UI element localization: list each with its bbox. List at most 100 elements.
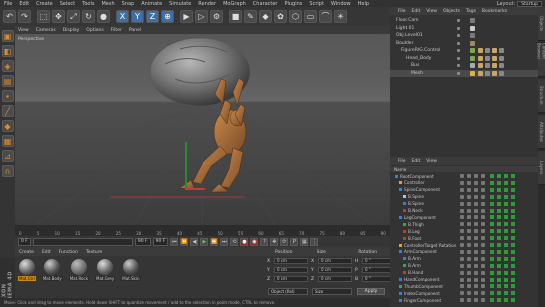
component-toggle-icon[interactable] [467, 270, 471, 275]
component-row[interactable]: IndexComponent [390, 290, 538, 296]
menu-item-mesh[interactable]: Mesh [101, 1, 114, 7]
component-check[interactable] [511, 277, 515, 282]
component-check[interactable] [490, 263, 494, 268]
visibility-dot[interactable] [457, 19, 460, 22]
component-toggle-icon[interactable] [481, 263, 485, 268]
component-toggle-icon[interactable] [481, 277, 485, 282]
component-row[interactable]: ThumbComponent [390, 283, 538, 289]
component-menu-view[interactable]: View [426, 159, 437, 164]
component-check[interactable] [497, 263, 501, 268]
component-row[interactable]: B.Thigh [390, 221, 538, 227]
size-mode-dropdown[interactable]: Size [312, 288, 352, 295]
component-toggle-icon[interactable] [460, 180, 464, 185]
component-check[interactable] [497, 243, 501, 247]
component-check[interactable] [511, 208, 515, 213]
component-toggle-icon[interactable] [481, 291, 485, 296]
end-frame-field[interactable]: 90 F [134, 237, 151, 246]
component-toggle-icon[interactable] [460, 201, 464, 206]
rotate-icon[interactable]: ↻ [82, 10, 95, 23]
menu-item-plugins[interactable]: Plugins [284, 1, 302, 7]
component-check[interactable] [490, 229, 494, 234]
render-icon[interactable]: ▷ [195, 10, 208, 23]
component-toggle-icon[interactable] [474, 201, 478, 206]
playback-button[interactable]: ● [240, 237, 249, 246]
component-row[interactable]: B.Spine [390, 201, 538, 207]
component-check[interactable] [504, 270, 508, 275]
position-field[interactable]: 0 cm [274, 267, 308, 273]
component-toggle-icon[interactable] [474, 263, 478, 268]
component-toggle-icon[interactable] [467, 291, 471, 296]
material-menu-texture[interactable]: Texture [86, 250, 102, 255]
component-check[interactable] [497, 187, 501, 192]
component-toggle-icon[interactable] [481, 256, 485, 261]
component-check[interactable] [504, 222, 508, 227]
menu-item-file[interactable]: File [4, 1, 12, 7]
redo-icon[interactable]: ↷ [18, 10, 31, 23]
menu-item-create[interactable]: Create [36, 1, 53, 7]
object-row[interactable]: FigureRIG.Control [390, 47, 538, 54]
component-check[interactable] [511, 201, 515, 206]
component-check[interactable] [490, 215, 494, 220]
right-tab-structure[interactable]: Structure [538, 79, 545, 113]
component-check[interactable] [490, 208, 494, 213]
component-check[interactable] [497, 249, 501, 254]
component-toggle-icon[interactable] [467, 229, 471, 234]
component-check[interactable] [511, 243, 515, 247]
object-menu-objects[interactable]: Objects [443, 9, 460, 14]
component-check[interactable] [497, 270, 501, 275]
playback-button[interactable]: ⋮ [310, 237, 319, 246]
playback-button[interactable]: P [290, 237, 299, 246]
viewport-menu-panel[interactable]: Panel [129, 28, 141, 33]
magnet-icon[interactable]: ∩ [1, 165, 14, 177]
component-toggle-icon[interactable] [467, 180, 471, 185]
component-toggle-icon[interactable] [460, 291, 464, 296]
viewport[interactable]: Perspective [15, 34, 390, 225]
object-menu-file[interactable]: File [398, 9, 406, 14]
component-row[interactable]: B.Hand [390, 270, 538, 276]
component-toggle-icon[interactable] [481, 284, 485, 289]
material-swatch[interactable]: Mat.Ctrl [18, 259, 36, 281]
component-check[interactable] [490, 256, 494, 261]
component-toggle-icon[interactable] [460, 284, 464, 289]
component-toggle-icon[interactable] [474, 222, 478, 227]
component-toggle-icon[interactable] [467, 201, 471, 206]
component-toggle-icon[interactable] [481, 187, 485, 192]
playback-button[interactable]: ⏭ [220, 237, 229, 246]
component-check[interactable] [511, 180, 515, 185]
cube-icon[interactable]: ■ [229, 10, 242, 23]
component-check[interactable] [490, 201, 494, 206]
component-row[interactable]: RootComponent [390, 173, 538, 179]
component-check[interactable] [511, 194, 515, 199]
visibility-dot[interactable] [457, 49, 460, 52]
component-check[interactable] [504, 215, 508, 220]
camera-icon[interactable]: ⌒ [319, 10, 332, 23]
component-check[interactable] [497, 236, 501, 241]
z-axis-icon[interactable]: Z [146, 10, 159, 23]
component-row[interactable]: B.Foot [390, 235, 538, 241]
component-check[interactable] [511, 270, 515, 275]
viewport-menu-cameras[interactable]: Cameras [36, 28, 56, 33]
playback-button[interactable]: ? [260, 237, 269, 246]
component-toggle-icon[interactable] [481, 194, 485, 199]
component-check[interactable] [504, 298, 508, 303]
object-row[interactable]: Mesh [390, 69, 538, 77]
component-check[interactable] [497, 291, 501, 296]
light-icon[interactable]: ☀ [334, 10, 347, 23]
menu-item-animate[interactable]: Animate [141, 1, 162, 7]
component-check[interactable] [490, 298, 494, 303]
visibility-dot[interactable] [457, 56, 460, 60]
right-tab-content-browser[interactable]: Content Browser [537, 43, 545, 77]
size-field[interactable]: 0 cm [318, 258, 352, 264]
visibility-dot[interactable] [457, 71, 460, 75]
component-toggle-icon[interactable] [460, 263, 464, 268]
component-toggle-icon[interactable] [467, 284, 471, 289]
component-check[interactable] [511, 229, 515, 234]
undo-icon[interactable]: ↶ [3, 10, 16, 23]
apply-button[interactable]: Apply [357, 288, 385, 295]
component-check[interactable] [490, 194, 494, 199]
component-row[interactable]: ArmComponent [390, 249, 538, 255]
component-check[interactable] [497, 229, 501, 234]
component-toggle-icon[interactable] [460, 249, 464, 254]
component-toggle-icon[interactable] [460, 236, 464, 241]
component-check[interactable] [504, 236, 508, 241]
